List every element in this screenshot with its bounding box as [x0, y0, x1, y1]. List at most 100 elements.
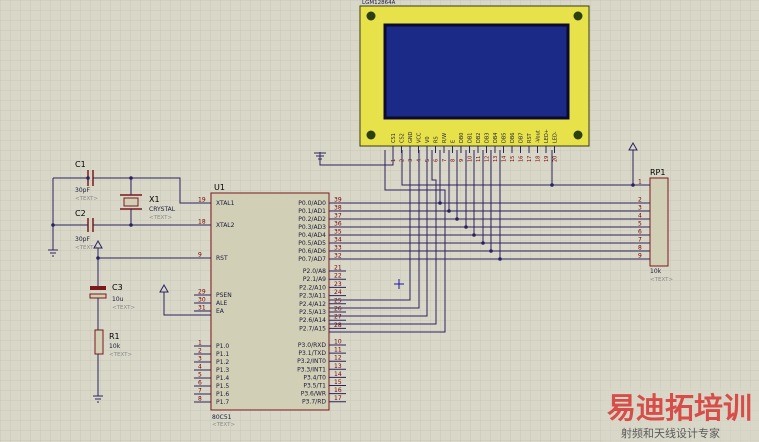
mcu-pin-label: P1.6	[216, 391, 229, 398]
mcu-pin-number: 24	[334, 289, 342, 296]
mcu-pin-label: P0.2/AD2	[298, 216, 326, 223]
x1-ref: X1	[149, 195, 160, 204]
schematic-canvas[interactable]: LGM12864A CS1 1 CS2 2 GND 3 VCC 4 V0 5 RS 6 R/W 7 E 8 DB…	[0, 0, 759, 442]
c2-ref: C2	[75, 209, 86, 218]
r1-body	[94, 329, 104, 355]
watermark-logo: 易迪拓培训	[607, 391, 752, 425]
mcu-pin-number: 37	[334, 213, 342, 220]
lcd-pin-label: DB1	[468, 133, 474, 143]
rp1-value: 10k	[650, 268, 662, 275]
lcd-pin-number: 20	[553, 156, 559, 162]
mcu-pin-number: 14	[334, 371, 342, 378]
mcu-pin-number: 5	[198, 372, 202, 379]
rp1-pin-number: 4	[638, 213, 642, 220]
lcd-pin-number: 1	[391, 159, 397, 162]
c3-plate-icon	[90, 286, 106, 290]
lcd-pin-number: 6	[434, 159, 440, 162]
lcd-pin-label: CS1	[391, 133, 397, 143]
lcd-pin-number: 9	[459, 159, 465, 162]
rp1-pin-number: 2	[638, 197, 642, 204]
c1-value: 30pF	[75, 187, 90, 194]
mcu-pin-label: P3.5/T1	[303, 383, 326, 390]
mcu-pin-label: P2.1/A9	[303, 276, 326, 283]
lcd-pin-number: 7	[442, 159, 448, 162]
lcd-pin-number: 12	[485, 156, 491, 162]
lcd-module[interactable]: LGM12864A CS11CS22GND3VCC4V05RS6R/W7E8DB…	[359, 0, 590, 162]
mcu-pin-number: 8	[198, 396, 202, 403]
lcd-title: LGM12864A	[362, 0, 396, 6]
mcu-pin-number: 26	[334, 306, 342, 313]
lcd-pin-label: LED-	[553, 131, 559, 143]
mcu-pin-number: 18	[198, 219, 206, 226]
mcu-pin-label: P1.5	[216, 383, 229, 390]
c3-text: <TEXT>	[112, 305, 135, 311]
mcu-pin-label: P0.1/AD1	[298, 208, 326, 215]
lcd-pin-number: 3	[408, 159, 414, 162]
mcu-pin-number: 22	[334, 273, 342, 280]
lcd-screen	[383, 23, 570, 120]
lcd-pin-label: DB4	[493, 133, 499, 143]
mcu-pin-number: 25	[334, 297, 342, 304]
rp1-pin-number: 5	[638, 221, 642, 228]
lcd-pin-label: CS2	[400, 133, 406, 143]
mcu-pin-number: 34	[334, 237, 342, 244]
mcu-pin-number: 19	[198, 197, 206, 204]
mcu-pin-number: 3	[198, 356, 202, 363]
mcu-pin-label: P0.5/AD5	[298, 240, 326, 247]
lcd-pin-number: 18	[536, 156, 542, 162]
lcd-pin-number: 15	[510, 156, 516, 162]
lcd-pin-label: -Vout	[536, 130, 542, 143]
lcd-pin-number: 11	[476, 156, 482, 162]
mount-hole-icon	[366, 11, 376, 21]
lcd-pin-label: RS	[434, 136, 440, 143]
mcu-pin-label: P2.0/A8	[303, 268, 326, 275]
lcd-pin-label: DB6	[510, 133, 516, 143]
mcu-ref: U1	[214, 183, 225, 192]
mcu-pin-number: 21	[334, 265, 342, 272]
mcu-pin-number: 1	[198, 340, 202, 347]
mcu-pin-label: P0.7/AD7	[298, 256, 326, 263]
mcu-pin-number: 12	[334, 355, 342, 362]
mcu-pin-label: P3.7/RD	[302, 399, 326, 406]
lcd-pin-label: R/W	[442, 133, 448, 143]
mcu-pin-label: RST	[216, 255, 228, 262]
mcu-pin-number: 4	[198, 364, 202, 371]
mcu-pin-label: P1.3	[216, 367, 229, 374]
mcu-pin-label: P2.4/A12	[299, 301, 326, 308]
mcu-pin-number: 7	[198, 388, 202, 395]
lcd-pin-label: DB0	[459, 133, 465, 143]
lcd-pin-number: 16	[519, 156, 525, 162]
mcu-pin-label: P1.1	[216, 351, 229, 358]
mcu-pin-label: P2.5/A13	[299, 309, 326, 316]
mount-hole-icon	[573, 11, 583, 21]
mcu-pin-label: P3.1/TXD	[298, 350, 326, 357]
mcu-pin-label: P0.6/AD6	[298, 248, 326, 255]
mcu-pin-number: 10	[334, 339, 342, 346]
mcu-80c51[interactable]: U1 80C51 <TEXT> XTAL119XTAL218RST9PSEN29…	[194, 183, 346, 428]
mcu-pin-number: 39	[334, 197, 342, 204]
rp1-pin-number: 6	[638, 229, 642, 236]
mcu-pin-label: P3.4/T0	[303, 374, 326, 381]
mcu-pin-number: 11	[334, 347, 342, 354]
mcu-pin-label: ALE	[216, 300, 227, 307]
c1-text: <TEXT>	[75, 196, 98, 202]
lcd-pin-label: DB5	[502, 133, 508, 143]
mcu-pin-number: 31	[198, 305, 206, 312]
mcu-pin-label: P0.4/AD4	[298, 232, 326, 239]
lcd-pin-label: E	[451, 140, 457, 143]
lcd-pin-number: 5	[425, 159, 431, 162]
mount-hole-icon	[573, 130, 583, 140]
x1-text: <TEXT>	[149, 215, 172, 221]
mcu-pin-label: P3.3/INT1	[297, 366, 326, 373]
rp1-pin-number: 8	[638, 245, 642, 252]
mcu-pin-label: XTAL2	[216, 222, 235, 229]
r1-text: <TEXT>	[109, 352, 132, 358]
mcu-pin-label: P2.3/A11	[299, 293, 326, 300]
mcu-pin-number: 17	[334, 395, 342, 402]
mcu-pin-label: P2.7/A15	[299, 325, 326, 332]
mcu-pin-number: 32	[334, 253, 342, 260]
lcd-pin-label: DB7	[519, 133, 525, 143]
mount-hole-icon	[366, 130, 376, 140]
lcd-pin-label: V0	[425, 136, 431, 143]
lcd-pin-number: 17	[527, 156, 533, 162]
